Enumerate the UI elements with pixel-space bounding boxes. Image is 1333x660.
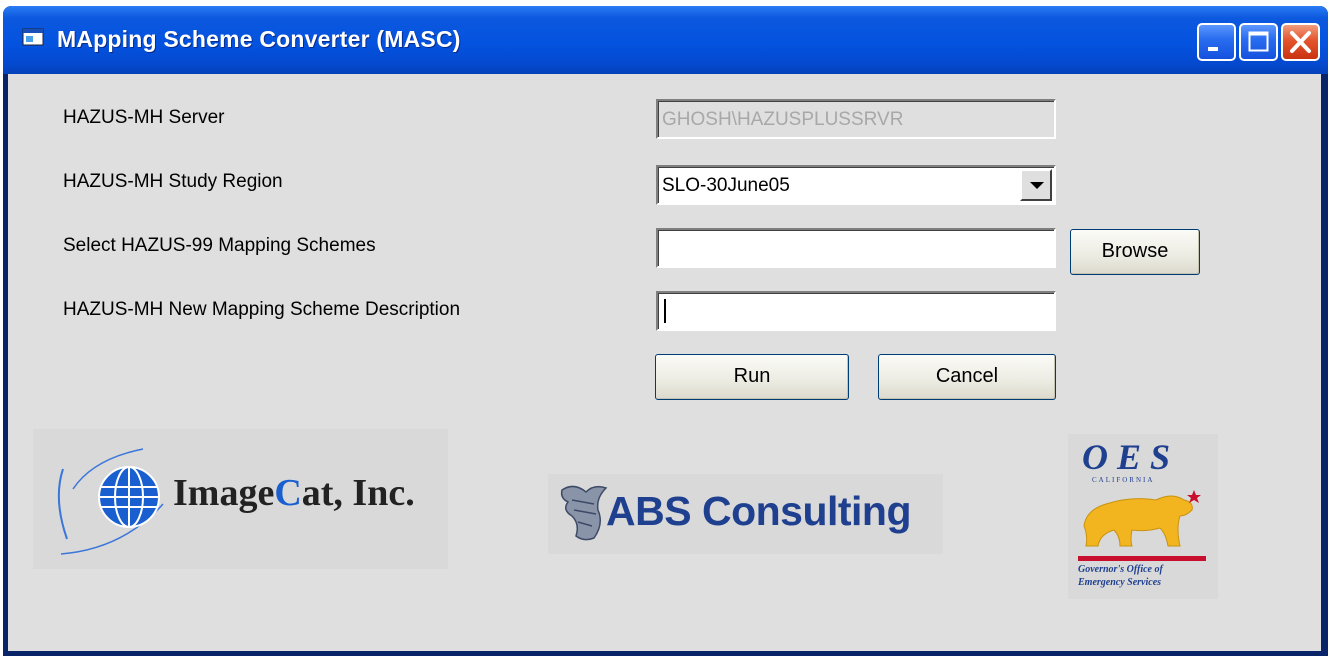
cancel-button[interactable]: Cancel	[878, 354, 1056, 400]
oes-org-line1: Governor's Office of	[1078, 564, 1163, 575]
abs-consulting-logo: ABS Consulting	[548, 474, 943, 554]
minimize-icon	[1208, 47, 1218, 51]
imagecat-logo: ImageCat, Inc.	[33, 429, 448, 569]
oes-logo: O E S CALIFORNIA Governor's Office of Em…	[1068, 434, 1218, 599]
server-field: GHOSH\HAZUSPLUSSRVR	[656, 99, 1056, 139]
minimize-button[interactable]	[1197, 23, 1236, 61]
text-caret	[664, 299, 666, 323]
close-button[interactable]	[1281, 23, 1320, 61]
imagecat-name-accent: C	[274, 472, 302, 514]
app-icon	[22, 28, 44, 46]
maximize-icon	[1248, 31, 1269, 52]
mapping-schemes-label: Select HAZUS-99 Mapping Schemes	[63, 235, 376, 256]
window-title: MApping Scheme Converter (MASC)	[57, 26, 461, 52]
run-button[interactable]: Run	[655, 354, 849, 400]
study-region-select[interactable]: SLO-30June05	[656, 165, 1056, 205]
browse-button[interactable]: Browse	[1070, 229, 1200, 275]
dialog-body: HAZUS-MH Server GHOSH\HAZUSPLUSSRVR HAZU…	[8, 74, 1321, 651]
bear-icon	[1083, 490, 1201, 547]
oes-org-line2: Emergency Services	[1078, 577, 1162, 588]
study-region-label: HAZUS-MH Study Region	[63, 171, 283, 192]
imagecat-name-suffix: at, Inc.	[301, 472, 415, 514]
study-region-value: SLO-30June05	[662, 175, 790, 196]
abs-consulting-name: ABS Consulting	[606, 488, 912, 534]
description-label: HAZUS-MH New Mapping Scheme Description	[63, 299, 461, 320]
description-input[interactable]	[656, 291, 1056, 331]
globe-icon	[57, 448, 164, 555]
close-icon	[1290, 31, 1311, 53]
server-label: HAZUS-MH Server	[63, 107, 225, 128]
title-bar[interactable]: MApping Scheme Converter (MASC)	[3, 6, 1328, 74]
imagecat-name-prefix: Image	[173, 472, 275, 514]
mapping-schemes-input[interactable]	[656, 228, 1056, 268]
oes-acronym: O E S	[1082, 437, 1171, 477]
oes-red-rule	[1078, 556, 1206, 561]
server-value: GHOSH\HAZUSPLUSSRVR	[662, 109, 904, 130]
app-window: MApping Scheme Converter (MASC) HAZUS-MH…	[3, 6, 1328, 656]
maximize-button[interactable]	[1239, 23, 1278, 61]
eagle-icon	[560, 485, 608, 541]
chevron-down-icon[interactable]	[1020, 169, 1052, 201]
